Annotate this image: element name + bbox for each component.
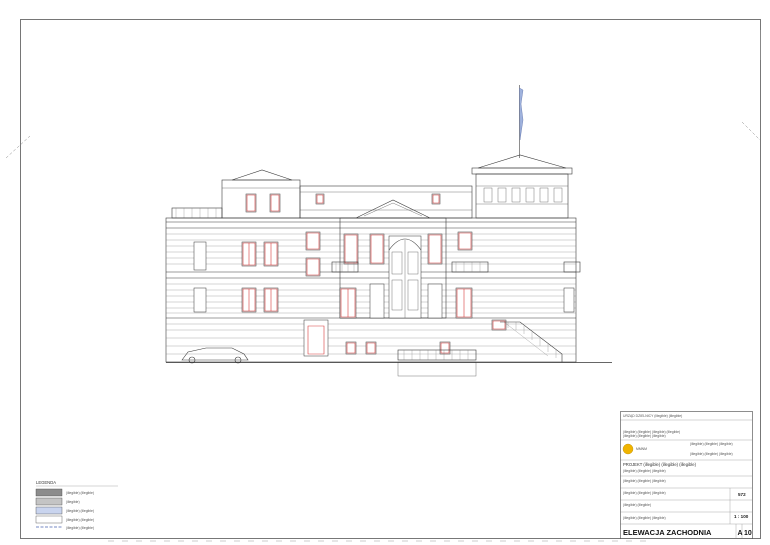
title-line-4: (illegible) (illegible) (illegible) (690, 442, 733, 446)
logo-caption: MMNM (636, 447, 647, 451)
legend-header: LEGENDA (36, 480, 56, 485)
legend-swatch-3 (35, 506, 63, 515)
title-line-1: URZĄD DZIELNICY (illegible) (illegible) (623, 414, 682, 418)
flag (519, 87, 524, 141)
sheet-number: 10 (744, 530, 752, 537)
legend-label-3: (illegible) (illegible) (66, 509, 94, 513)
building-elevation (165, 85, 612, 377)
drawing-sheet: LEGENDA (illegible) (illegible) (illegib… (5, 19, 761, 542)
title-line-5: (illegible) (illegible) (illegible) (690, 452, 733, 456)
legend-swatch-4 (35, 515, 63, 524)
legend-swatch-2 (35, 497, 63, 506)
title-line-3: (illegible) (illegible) (illegible) (623, 434, 666, 438)
left-diagonal-mark (5, 135, 31, 159)
title-line-11: (illegible) (illegible) (illegible) (623, 516, 666, 520)
title-block: MMNM URZĄD DZIELNICY (illegible) (illegi… (620, 411, 753, 539)
sheet-code: 572 (738, 492, 746, 497)
legend-label-1: (illegible) (illegible) (66, 491, 94, 495)
legend-label-4: (illegible) (illegible) (66, 518, 94, 522)
company-logo (622, 443, 634, 455)
legend-swatch-1 (35, 488, 63, 497)
legend-line-label: (illegible) (illegible) (66, 526, 94, 530)
drawing-scale: 1 : 100 (734, 514, 749, 519)
drawing-title: ELEWACJA ZACHODNIA (623, 528, 712, 537)
sheet-prefix: A (738, 530, 743, 537)
title-line-7: (illegible) (illegible) (illegible) (623, 469, 666, 473)
legend: LEGENDA (illegible) (illegible) (illegib… (35, 480, 118, 530)
title-line-10: (illegible) (illegible) (623, 503, 651, 507)
title-line-9: (illegible) (illegible) (illegible) (623, 491, 666, 495)
title-line-6: PROJEKT (illegible) (illegible) (illegib… (623, 462, 697, 467)
legend-label-2: (illegible) (66, 500, 80, 504)
right-diagonal-mark (741, 121, 761, 141)
title-line-8: (illegible) (illegible) (illegible) (623, 479, 666, 483)
